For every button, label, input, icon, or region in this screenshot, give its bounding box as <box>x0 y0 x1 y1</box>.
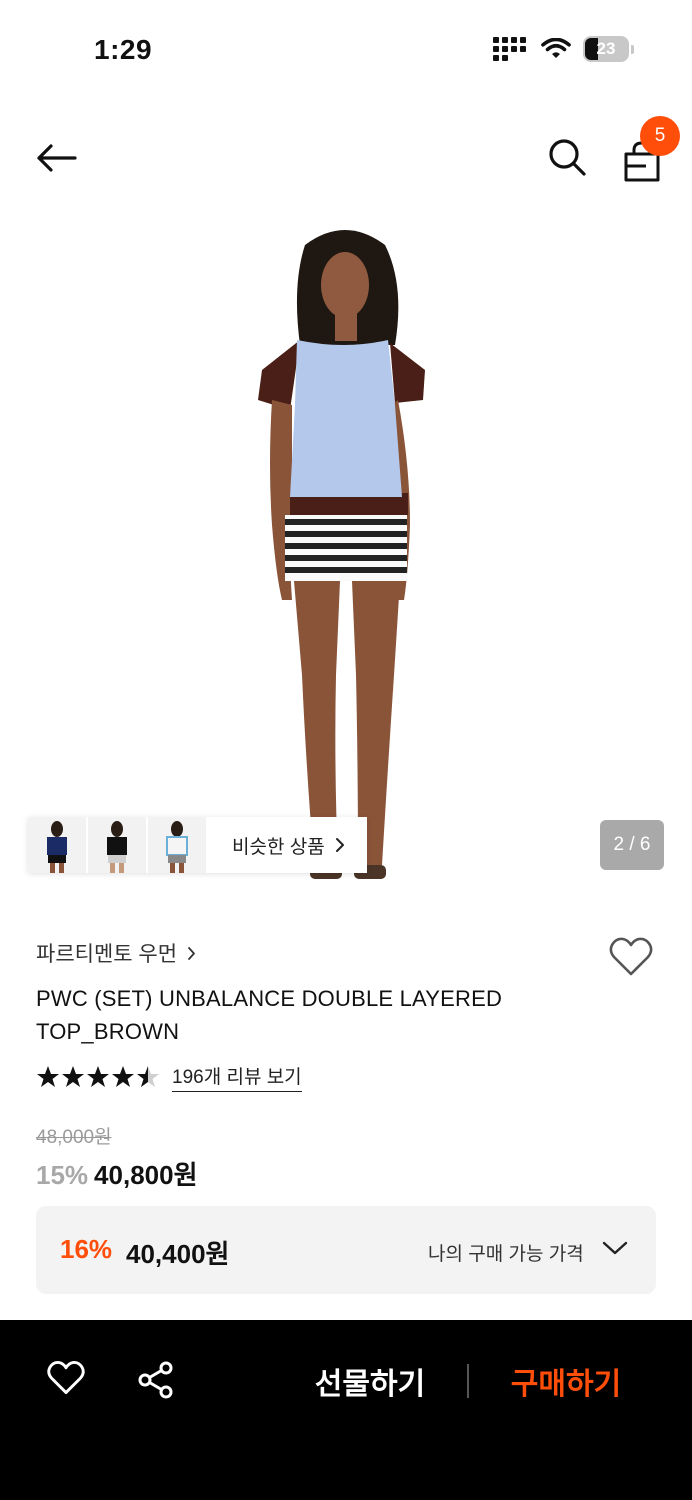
heart-outline-icon <box>609 937 653 976</box>
rating-row: 196개 리뷰 보기 <box>36 1062 302 1092</box>
my-price-label: 나의 구매 가능 가격 <box>428 1244 584 1265</box>
share-button[interactable] <box>136 1360 180 1404</box>
star-icon <box>87 1066 109 1087</box>
sale-price-row: 15% 40,800원 <box>36 1155 198 1192</box>
star-half-icon <box>137 1066 159 1087</box>
product-title: PWC (SET) UNBALANCE DOUBLE LAYERED TOP_B… <box>36 986 503 1044</box>
top-nav: 5 <box>0 110 692 202</box>
bottom-action-bar: 선물하기 구매하기 <box>0 1320 692 1500</box>
my-price: 40,400원 <box>126 1239 230 1269</box>
original-price: 48,000원 <box>36 1127 112 1148</box>
similar-product-thumbnail[interactable] <box>28 817 86 873</box>
chevron-down-icon <box>602 1241 628 1255</box>
battery-level: 23 <box>596 39 616 58</box>
discount-rate: 15% <box>36 1160 89 1190</box>
review-link[interactable]: 196개 리뷰 보기 <box>172 1062 302 1092</box>
cart-button[interactable]: 5 <box>612 116 680 188</box>
status-time: 1:29 <box>94 34 153 65</box>
status-bar: 1:29 23 <box>0 0 692 100</box>
rating-stars <box>36 1065 160 1089</box>
wifi-icon <box>541 38 571 58</box>
product-image-carousel[interactable]: 비슷한 상품 2 / 6 <box>0 205 692 895</box>
chevron-right-icon <box>335 838 344 852</box>
my-discount-rate: 16% <box>60 1234 113 1264</box>
battery-icon: 23 <box>583 36 629 62</box>
sale-price: 40,800원 <box>94 1160 198 1190</box>
bottom-wishlist-button[interactable] <box>46 1360 90 1404</box>
star-icon <box>37 1066 59 1087</box>
chevron-right-icon <box>188 946 195 960</box>
cart-count-badge: 5 <box>640 116 680 156</box>
back-button[interactable] <box>30 132 82 184</box>
share-icon <box>138 1361 173 1399</box>
gift-button[interactable]: 선물하기 <box>300 1358 440 1404</box>
search-icon <box>549 139 586 176</box>
star-icon <box>62 1066 84 1087</box>
brand-name: 파르티멘토 우먼 <box>36 943 178 966</box>
search-button[interactable] <box>540 130 594 184</box>
star-icon <box>112 1066 134 1087</box>
similar-products-link[interactable]: 비슷한 상품 <box>208 817 367 873</box>
cellular-signal-icon <box>493 37 529 61</box>
wishlist-button[interactable] <box>608 936 656 980</box>
arrow-left-icon <box>37 144 77 172</box>
buy-button[interactable]: 구매하기 <box>496 1358 636 1404</box>
heart-outline-icon <box>47 1361 85 1395</box>
similar-products-strip[interactable]: 비슷한 상품 <box>28 817 367 873</box>
status-icons: 23 <box>493 36 634 62</box>
divider <box>467 1364 469 1398</box>
my-purchase-price-box[interactable]: 16% 40,400원 나의 구매 가능 가격 <box>36 1206 656 1294</box>
similar-products-label: 비슷한 상품 <box>232 836 325 858</box>
similar-product-thumbnail[interactable] <box>88 817 146 873</box>
product-photo <box>258 230 425 879</box>
image-page-indicator: 2 / 6 <box>600 820 664 870</box>
brand-link[interactable]: 파르티멘토 우먼 <box>36 938 196 968</box>
similar-product-thumbnail[interactable] <box>148 817 206 873</box>
